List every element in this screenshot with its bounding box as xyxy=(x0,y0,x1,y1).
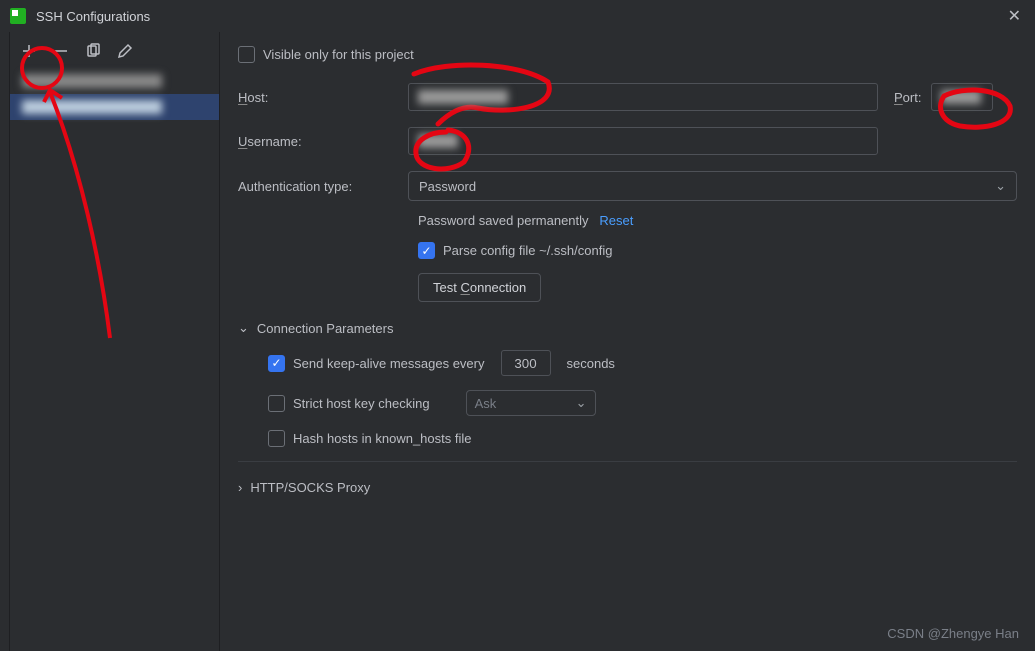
close-icon[interactable]: ✕ xyxy=(1004,6,1025,26)
auth-type-value: Password xyxy=(419,179,476,194)
keepalive-prefix: Send keep-alive messages every xyxy=(293,356,485,371)
username-input[interactable] xyxy=(408,127,878,155)
form-panel: Visible only for this project Host: Port… xyxy=(220,32,1035,651)
edit-icon[interactable] xyxy=(116,42,134,60)
username-row: Username: xyxy=(238,127,1017,155)
visible-only-label: Visible only for this project xyxy=(263,47,414,62)
port-label: P xyxy=(894,90,903,105)
config-list-panel xyxy=(10,32,220,651)
auth-type-row: Authentication type: Password ⌄ xyxy=(238,171,1017,201)
password-saved-text: Password saved permanently xyxy=(418,213,589,228)
add-icon[interactable] xyxy=(20,42,38,60)
keepalive-suffix: seconds xyxy=(567,356,615,371)
auth-type-label: Authentication type: xyxy=(238,179,408,194)
connection-params-header[interactable]: ⌄ Connection Parameters xyxy=(238,320,1017,336)
left-gutter xyxy=(0,32,10,651)
remove-icon[interactable] xyxy=(52,42,70,60)
copy-icon[interactable] xyxy=(84,42,102,60)
chevron-right-icon: › xyxy=(238,480,242,495)
config-list-item[interactable] xyxy=(10,68,219,94)
chevron-down-icon: ⌄ xyxy=(995,178,1006,194)
test-connection-button[interactable]: Test Connection xyxy=(418,273,541,302)
username-label: U xyxy=(238,134,247,149)
watermark: CSDN @Zhengye Han xyxy=(887,626,1019,641)
reset-link[interactable]: Reset xyxy=(599,213,633,228)
redacted-value xyxy=(941,90,981,104)
redacted-text xyxy=(22,100,162,114)
host-row: Host: Port: xyxy=(238,83,1017,111)
redacted-value xyxy=(418,134,458,148)
parse-config-checkbox[interactable] xyxy=(418,242,435,259)
title-bar: SSH Configurations ✕ xyxy=(0,0,1035,32)
hash-hosts-checkbox[interactable] xyxy=(268,430,285,447)
redacted-value xyxy=(418,90,508,104)
strict-hostkey-label: Strict host key checking xyxy=(293,396,430,411)
chevron-down-icon: ⌄ xyxy=(576,395,587,411)
visible-only-checkbox[interactable] xyxy=(238,46,255,63)
list-toolbar xyxy=(10,32,219,68)
separator xyxy=(238,461,1017,462)
connection-params-body: Send keep-alive messages every seconds S… xyxy=(238,350,1017,447)
config-list-item-selected[interactable] xyxy=(10,94,219,120)
keepalive-checkbox[interactable] xyxy=(268,355,285,372)
connection-params-title: Connection Parameters xyxy=(257,321,394,336)
host-label: H xyxy=(238,90,247,105)
app-icon xyxy=(10,8,26,24)
keepalive-input[interactable] xyxy=(501,350,551,376)
parse-config-label: Parse config file ~/.ssh/config xyxy=(443,243,612,258)
proxy-title: HTTP/SOCKS Proxy xyxy=(250,480,370,495)
chevron-down-icon: ⌄ xyxy=(238,320,249,336)
host-label-rest: ost: xyxy=(247,90,268,105)
window-title: SSH Configurations xyxy=(36,9,1004,24)
strict-hostkey-checkbox[interactable] xyxy=(268,395,285,412)
strict-hostkey-select[interactable]: Ask ⌄ xyxy=(466,390,596,416)
redacted-text xyxy=(22,74,162,88)
auth-type-select[interactable]: Password ⌄ xyxy=(408,171,1017,201)
proxy-header[interactable]: › HTTP/SOCKS Proxy xyxy=(238,480,1017,495)
hash-hosts-label: Hash hosts in known_hosts file xyxy=(293,431,471,446)
